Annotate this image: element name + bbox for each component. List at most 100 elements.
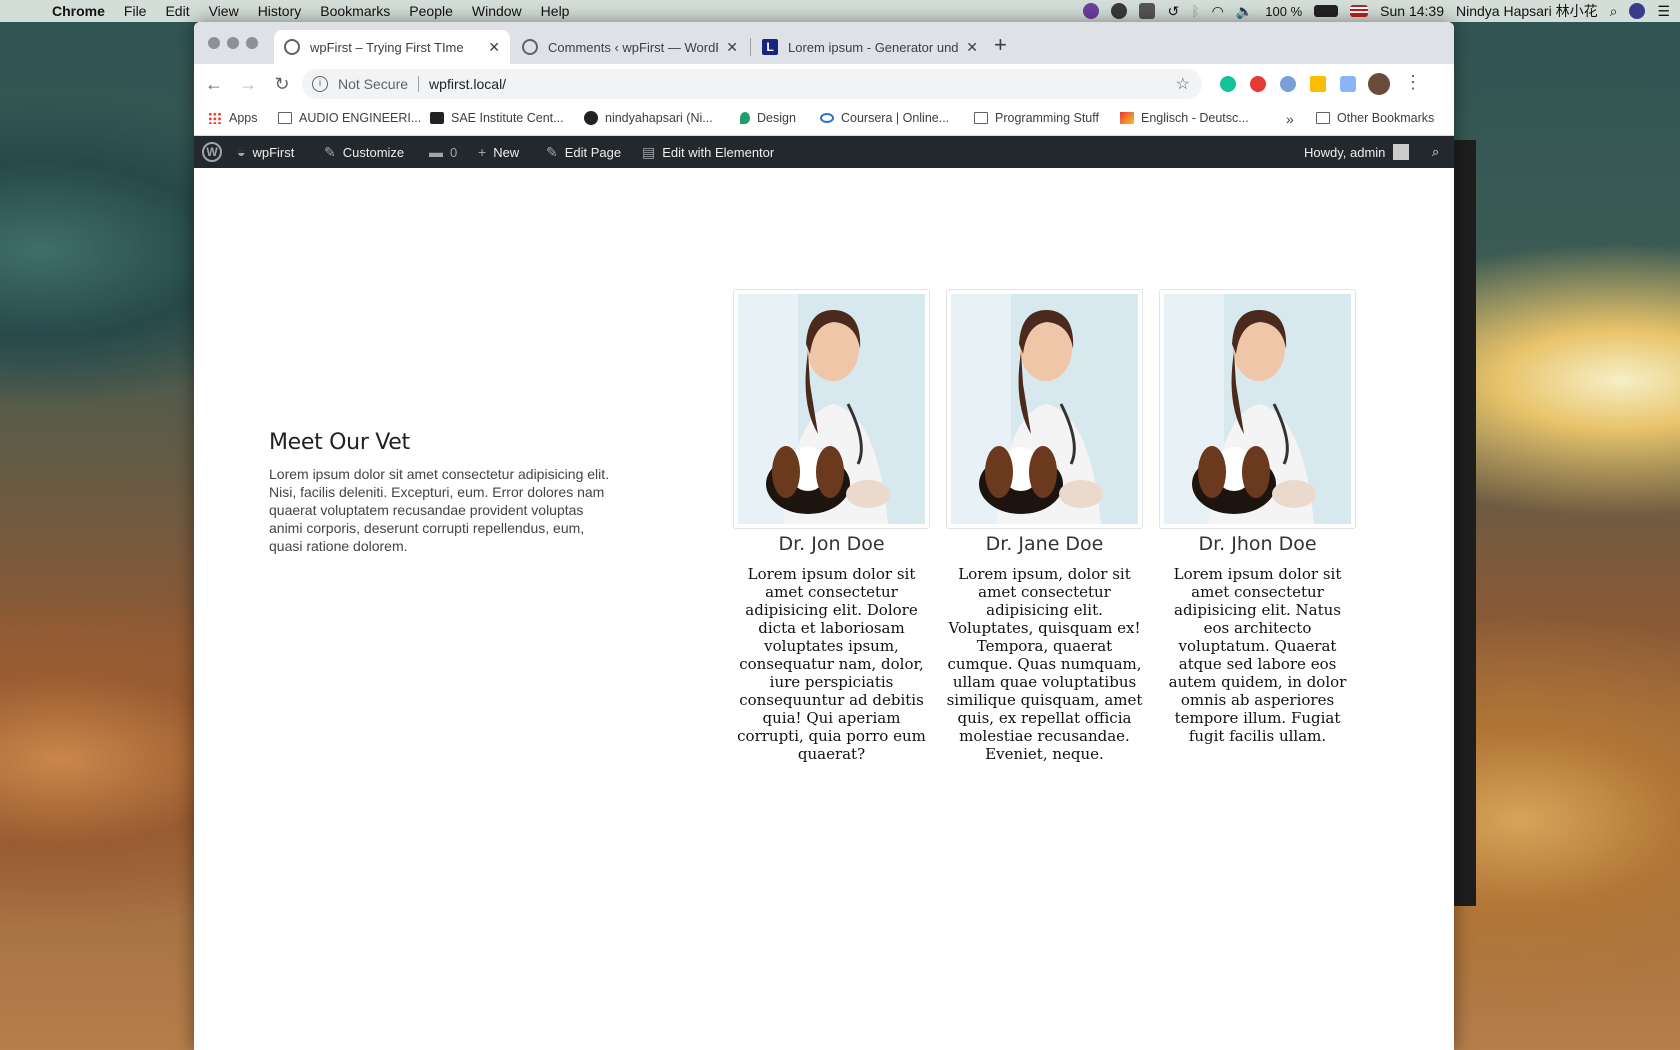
menu-history[interactable]: History (258, 3, 302, 19)
address-bar[interactable]: i Not Secure wpfirst.local/ ☆ (302, 69, 1202, 99)
bookmark-audio-engineering[interactable]: AUDIO ENGINEERI... (278, 111, 421, 125)
menu-edit[interactable]: Edit (165, 3, 189, 19)
comment-bubble-icon: ▬ (429, 144, 443, 160)
close-tab-icon[interactable]: ✕ (966, 39, 978, 56)
bookmark-design[interactable]: Design (740, 111, 796, 125)
menu-window[interactable]: Window (472, 3, 522, 19)
bookmark-label: nindyahapsari (Ni... (605, 111, 713, 125)
bookmark-label: Programming Stuff (995, 111, 1099, 125)
zoom-window-button[interactable] (246, 37, 258, 49)
bookmark-englisch-deutsch[interactable]: Englisch - Deutsc... (1120, 111, 1249, 125)
elementor-icon: ▤ (642, 143, 656, 160)
dropbox-icon[interactable] (1139, 3, 1156, 19)
admin-edit-elementor[interactable]: ▤ Edit with Elementor (642, 136, 774, 168)
adblock-icon[interactable] (1250, 76, 1266, 92)
bookmark-label: Apps (229, 111, 258, 125)
info-icon[interactable]: i (312, 76, 328, 92)
forward-icon[interactable]: → (234, 74, 262, 95)
avatar (1393, 144, 1410, 160)
extension-icon[interactable] (1280, 76, 1296, 92)
clock[interactable]: Sun 14:39 (1380, 3, 1444, 19)
overflow-chevron-icon: » (1286, 111, 1294, 127)
bookmark-label: Other Bookmarks (1337, 111, 1435, 125)
url-text[interactable]: wpfirst.local/ (429, 76, 506, 92)
bookmark-star-icon[interactable]: ☆ (1176, 74, 1190, 94)
user-name[interactable]: Nindya Hapsari 林小花 (1456, 1, 1598, 21)
vet-card: Dr. Jane Doe Lorem ipsum, dolor sit amet… (946, 289, 1143, 763)
bookmarks-overflow-button[interactable]: » (1286, 111, 1294, 127)
wordpress-logo-icon[interactable]: W (202, 136, 222, 168)
new-label: New (493, 144, 520, 160)
brush-icon: ✎ (324, 143, 336, 160)
admin-search-icon[interactable]: ⌕ (1432, 136, 1439, 168)
creative-cloud-icon[interactable] (1111, 3, 1128, 19)
wifi-icon[interactable]: ◠ (1212, 3, 1224, 20)
elementor-label: Edit with Elementor (662, 144, 775, 160)
tab-lorem-ipsum[interactable]: L Lorem ipsum - Generator und Info ✕ (752, 30, 988, 64)
battery-icon[interactable] (1314, 5, 1339, 17)
admin-edit-page[interactable]: ✎ Edit Page (546, 136, 621, 168)
us-flag-icon[interactable] (1350, 5, 1369, 17)
close-tab-icon[interactable]: ✕ (488, 39, 500, 56)
vet-name: Dr. Jane Doe (985, 533, 1104, 555)
admin-new[interactable]: + New (478, 136, 519, 168)
time-machine-icon[interactable]: ↺ (1167, 3, 1179, 20)
back-icon[interactable]: ← (200, 74, 228, 95)
page-content: Meet Our Vet Lorem ipsum dolor sit amet … (194, 168, 1454, 1050)
menu-app-name[interactable]: Chrome (52, 3, 105, 19)
section-heading: Meet Our Vet (269, 430, 410, 455)
admin-account[interactable]: Howdy, admin (1304, 136, 1410, 168)
grammarly-icon[interactable] (1220, 76, 1236, 92)
menu-view[interactable]: View (209, 3, 239, 19)
new-tab-button[interactable]: + (994, 32, 1007, 58)
admin-site-name[interactable]: ◒ wpFirst (237, 136, 294, 168)
security-label[interactable]: Not Secure (338, 76, 408, 92)
bookmark-coursera[interactable]: Coursera | Online... (820, 111, 949, 125)
admin-comments[interactable]: ▬ 0 (429, 136, 457, 168)
bluetooth-icon[interactable]: ᛒ (1191, 3, 1199, 19)
coursera-icon (820, 113, 834, 123)
tab-comments[interactable]: Comments ‹ wpFirst — WordPress ✕ (512, 30, 748, 64)
bookmark-other-bookmarks[interactable]: Other Bookmarks (1316, 111, 1434, 125)
menu-help[interactable]: Help (541, 3, 570, 19)
volume-icon[interactable]: 🔈 (1236, 3, 1253, 20)
notification-center-icon[interactable]: ☰ (1657, 3, 1670, 20)
menu-file[interactable]: File (124, 3, 147, 19)
google-drive-icon[interactable] (1310, 76, 1326, 92)
globe-icon (522, 39, 538, 55)
tor-icon[interactable] (1083, 3, 1100, 19)
sae-icon (430, 112, 444, 124)
globe-icon (284, 39, 300, 55)
menu-bookmarks[interactable]: Bookmarks (320, 3, 390, 19)
drop-icon (740, 112, 750, 124)
folder-icon (278, 112, 292, 124)
battery-percent[interactable]: 100 % (1265, 4, 1302, 19)
minimize-window-button[interactable] (227, 37, 239, 49)
extension-icon[interactable] (1340, 76, 1356, 92)
omnibox-divider (418, 76, 420, 92)
vet-photo (733, 289, 930, 529)
menu-people[interactable]: People (409, 3, 453, 19)
folder-icon (974, 112, 988, 124)
admin-customize[interactable]: ✎ Customize (324, 136, 404, 168)
vet-bio: Lorem ipsum dolor sit amet consectetur a… (737, 565, 926, 763)
bookmark-apps[interactable]: Apps (208, 111, 258, 125)
siri-icon[interactable] (1629, 3, 1646, 19)
intro-section: Meet Our Vet Lorem ipsum dolor sit amet … (269, 430, 614, 555)
pencil-icon: ✎ (546, 143, 558, 160)
tab-wpfirst[interactable]: wpFirst – Trying First TIme ✕ (274, 30, 510, 64)
macos-menu-bar: Chrome File Edit View History Bookmarks … (0, 0, 1680, 22)
spotlight-icon[interactable]: ⌕ (1610, 3, 1618, 20)
chrome-menu-icon[interactable]: ⋮ (1404, 72, 1422, 93)
bookmark-sae-institute[interactable]: SAE Institute Cent... (430, 111, 564, 125)
bookmark-label: AUDIO ENGINEERI... (299, 111, 422, 125)
vet-with-dog-image (1164, 294, 1351, 524)
close-tab-icon[interactable]: ✕ (726, 39, 738, 56)
plus-icon: + (478, 144, 487, 160)
close-window-button[interactable] (208, 37, 220, 49)
reload-icon[interactable]: ↻ (268, 74, 296, 95)
profile-avatar[interactable] (1368, 73, 1390, 95)
bookmark-github[interactable]: nindyahapsari (Ni... (584, 111, 713, 125)
vet-bio: Lorem ipsum, dolor sit amet consectetur … (946, 565, 1143, 763)
bookmark-programming-stuff[interactable]: Programming Stuff (974, 111, 1099, 125)
